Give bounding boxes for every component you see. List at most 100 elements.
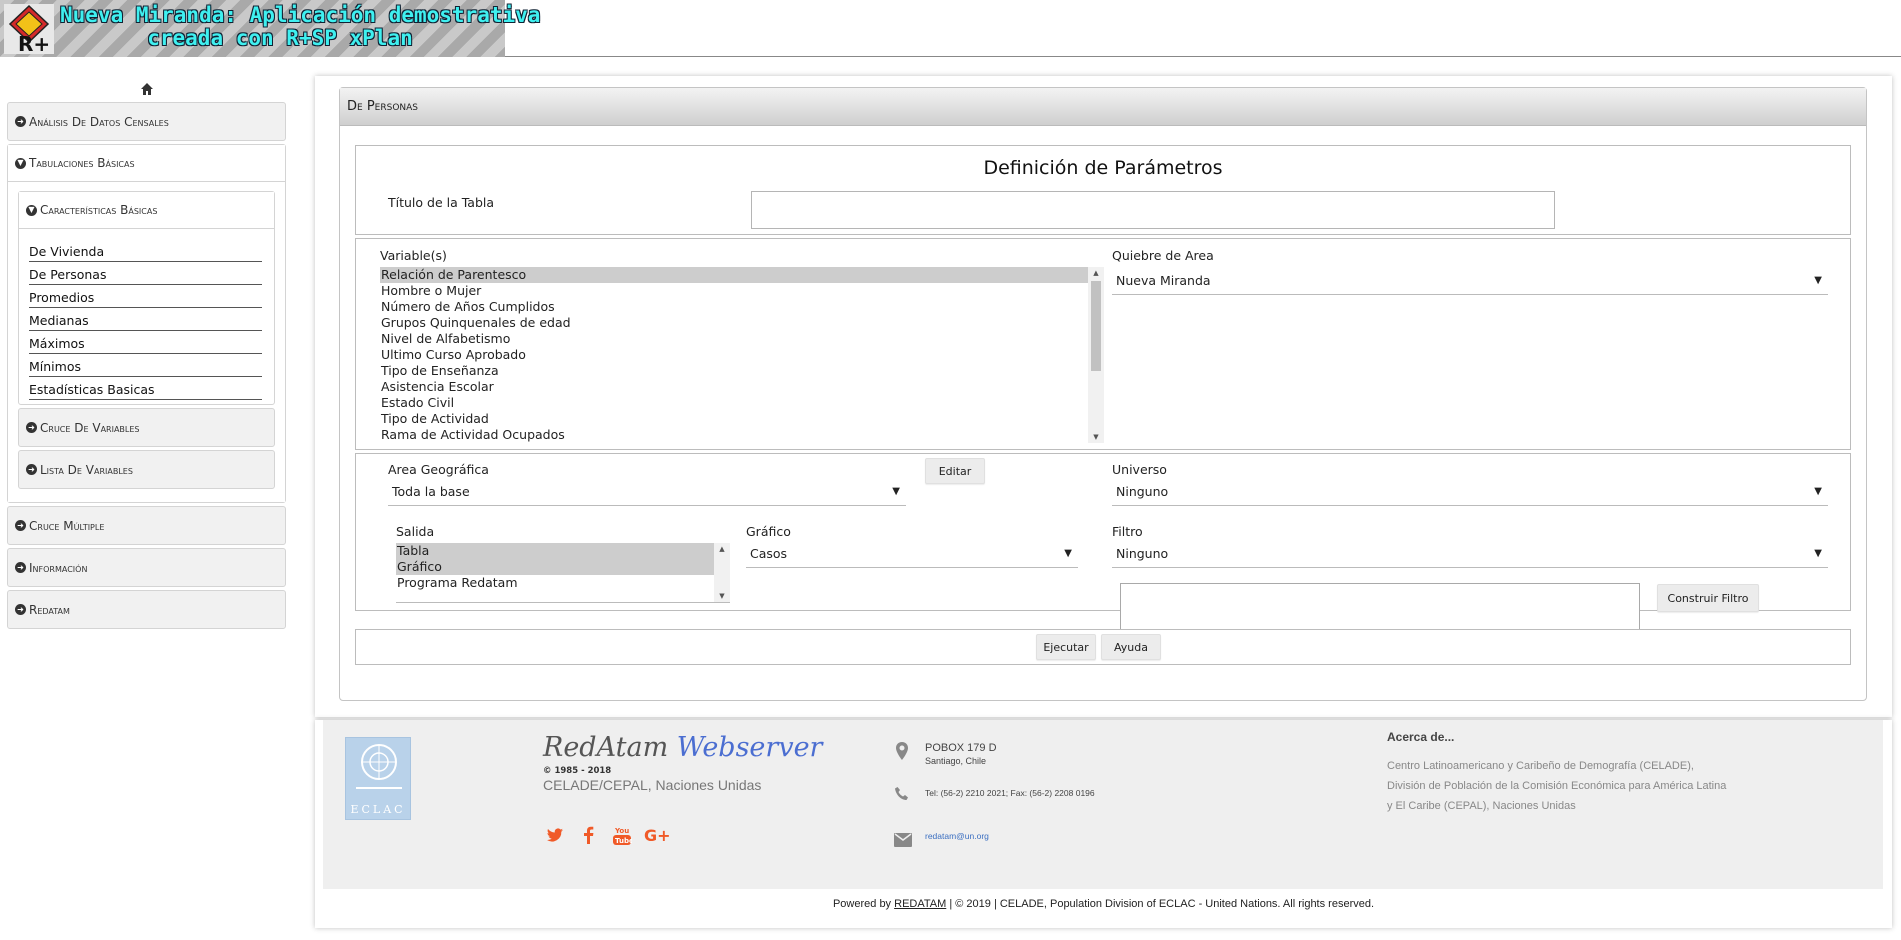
google-plus-icon[interactable]: G+ xyxy=(644,825,672,847)
salida-option[interactable]: Programa Redatam xyxy=(396,575,730,591)
sidebar-item-maximos[interactable]: Máximos xyxy=(29,331,262,354)
variables-scrollbar[interactable]: ▲ ▼ xyxy=(1088,267,1104,443)
powered-by-text: Powered by xyxy=(832,898,892,910)
brand-part1: RedAtam xyxy=(543,732,669,763)
panel-heading: De Personas xyxy=(340,88,1866,126)
app-title-line2: creada con R+SP xPlan xyxy=(147,26,413,50)
variable-option[interactable]: Tipo de Actividad xyxy=(380,411,1104,427)
about-heading: Acerca de... xyxy=(1387,730,1455,744)
header-banner: R+ Nueva Miranda: Aplicación demostrativ… xyxy=(0,0,1901,57)
sidebar-subsection-lista-variables[interactable]: ➜ Lista De Variables xyxy=(18,450,275,489)
arrow-circle-down-icon: ▼ xyxy=(26,204,37,216)
sidebar-section-redatam[interactable]: ➜ Redatam xyxy=(7,590,286,629)
map-marker-icon xyxy=(896,742,908,760)
sidebar-subsection-cruce-variables[interactable]: ➜ Cruce De Variables xyxy=(18,408,275,447)
filtro-select[interactable]: Ninguno ▼ xyxy=(1112,540,1828,568)
svg-text:Tube: Tube xyxy=(615,837,632,845)
phone-icon xyxy=(895,787,908,800)
arrow-circle-down-icon: ▼ xyxy=(15,157,26,169)
variable-option[interactable]: Estado Civil xyxy=(380,395,1104,411)
facebook-icon[interactable] xyxy=(578,825,600,847)
variable-option[interactable]: Asistencia Escolar xyxy=(380,379,1104,395)
ejecutar-button[interactable]: Ejecutar xyxy=(1036,634,1096,660)
arrow-circle-right-icon: ➜ xyxy=(15,604,26,615)
quiebre-select[interactable]: Nueva Miranda ▼ xyxy=(1112,267,1828,295)
scroll-thumb[interactable] xyxy=(1091,281,1101,371)
personas-panel: De Personas Definición de Parámetros Tít… xyxy=(339,87,1867,701)
variable-option[interactable]: Hombre o Mujer xyxy=(380,283,1104,299)
variable-option[interactable]: Relación de Parentesco xyxy=(380,267,1088,283)
footer-bottom-bar: Powered by REDATAM | © 2019 | CELADE, Po… xyxy=(315,898,1892,910)
home-icon[interactable] xyxy=(140,82,154,96)
sidebar-subsection-caracteristicas[interactable]: ▼ Características Básicas De Vivienda De … xyxy=(18,191,275,405)
un-logo-text: ECLAC xyxy=(350,803,406,816)
ayuda-button[interactable]: Ayuda xyxy=(1101,634,1161,660)
redatam-logo: R+ xyxy=(4,4,54,56)
email-link[interactable]: redatam@un.org xyxy=(925,831,989,841)
sidebar-section-label: Tabulaciones Básicas xyxy=(29,156,135,170)
sidebar-subsection-label: Lista De Variables xyxy=(40,462,133,477)
variable-option[interactable]: Número de Años Cumplidos xyxy=(380,299,1104,315)
grafico-label: Gráfico xyxy=(746,524,791,539)
sidebar-section-label: Redatam xyxy=(29,602,70,617)
area-value: Toda la base xyxy=(392,484,470,499)
area-select[interactable]: Toda la base ▼ xyxy=(388,478,906,506)
variable-option[interactable]: Ultimo Curso Aprobado xyxy=(380,347,1104,363)
svg-text:G+: G+ xyxy=(644,826,671,845)
youtube-icon[interactable]: You Tube xyxy=(611,825,634,847)
titulo-input[interactable] xyxy=(751,191,1555,229)
un-eclac-logo: ECLAC xyxy=(345,737,411,820)
redatam-link[interactable]: REDATAM xyxy=(894,898,946,910)
construir-filtro-button[interactable]: Construir Filtro xyxy=(1657,584,1759,612)
sidebar-item-vivienda[interactable]: De Vivienda xyxy=(29,239,262,262)
footer-top: ECLAC RedAtam Webserver © 1985 - 2018 CE… xyxy=(323,720,1883,889)
sidebar-section-analisis[interactable]: ➜ Análisis De Datos Censales xyxy=(7,102,286,141)
scroll-down-icon[interactable]: ▼ xyxy=(1088,431,1104,443)
salida-listbox[interactable]: Tabla Gráfico Programa Redatam ▲ ▼ xyxy=(396,543,730,603)
universo-select[interactable]: Ninguno ▼ xyxy=(1112,478,1828,506)
variable-option[interactable]: Nivel de Alfabetismo xyxy=(380,331,1104,347)
salida-scrollbar[interactable]: ▲ ▼ xyxy=(714,543,730,602)
dropdown-caret-icon: ▼ xyxy=(892,486,900,497)
sidebar-section-cruce-multiple[interactable]: ➜ Cruce Múltiple xyxy=(7,506,286,545)
un-emblem-icon xyxy=(356,744,402,789)
arrow-circle-right-icon: ➜ xyxy=(26,464,37,475)
variables-listbox[interactable]: Relación de Parentesco Hombre o Mujer Nú… xyxy=(380,267,1104,443)
arrow-circle-right-icon: ➜ xyxy=(26,422,37,433)
arrow-circle-right-icon: ➜ xyxy=(15,116,26,127)
sidebar-item-estadisticas[interactable]: Estadísticas Basicas xyxy=(29,377,262,400)
address-line2: Santiago, Chile xyxy=(925,756,987,766)
twitter-icon[interactable] xyxy=(544,825,566,847)
sidebar-item-medianas[interactable]: Medianas xyxy=(29,308,262,331)
filtro-value: Ninguno xyxy=(1116,546,1169,561)
org-name: CELADE/CEPAL, Naciones Unidas xyxy=(543,777,762,793)
copyright-years: © 1985 - 2018 xyxy=(543,766,612,776)
sidebar-item-promedios[interactable]: Promedios xyxy=(29,285,262,308)
sidebar-item-personas[interactable]: De Personas xyxy=(29,262,262,285)
sidebar-section-informacion[interactable]: ➜ Información xyxy=(7,548,286,587)
sidebar-section-label: Análisis De Datos Censales xyxy=(29,114,169,129)
editar-button[interactable]: Editar xyxy=(925,458,985,484)
sidebar-item-minimos[interactable]: Mínimos xyxy=(29,354,262,377)
variable-option[interactable]: Rama de Actividad Ocupados xyxy=(380,427,1104,443)
redatam-brand: RedAtam Webserver xyxy=(543,732,822,763)
area-label: Area Geográfica xyxy=(388,462,489,477)
arrow-circle-right-icon: ➜ xyxy=(15,520,26,531)
scroll-up-icon[interactable]: ▲ xyxy=(714,543,730,555)
scroll-down-icon[interactable]: ▼ xyxy=(714,590,730,602)
grafico-select[interactable]: Casos ▼ xyxy=(746,540,1078,568)
envelope-icon xyxy=(894,833,912,847)
titulo-label: Título de la Tabla xyxy=(388,195,495,210)
sidebar-section-tabulaciones[interactable]: ▼ Tabulaciones Básicas ▼ Características B… xyxy=(7,144,286,503)
dropdown-caret-icon: ▼ xyxy=(1814,275,1822,286)
salida-option[interactable]: Tabla xyxy=(396,543,714,559)
filtro-label: Filtro xyxy=(1112,524,1143,539)
brand-part2: Webserver xyxy=(676,732,823,763)
logo-text: R+ xyxy=(18,32,50,54)
variable-option[interactable]: Tipo de Enseñanza xyxy=(380,363,1104,379)
scroll-up-icon[interactable]: ▲ xyxy=(1088,267,1104,279)
variables-box: Variable(s) Relación de Parentesco Hombr… xyxy=(355,238,1851,450)
variable-option[interactable]: Grupos Quinquenales de edad xyxy=(380,315,1104,331)
variables-label: Variable(s) xyxy=(380,248,447,263)
salida-option[interactable]: Gráfico xyxy=(396,559,714,575)
